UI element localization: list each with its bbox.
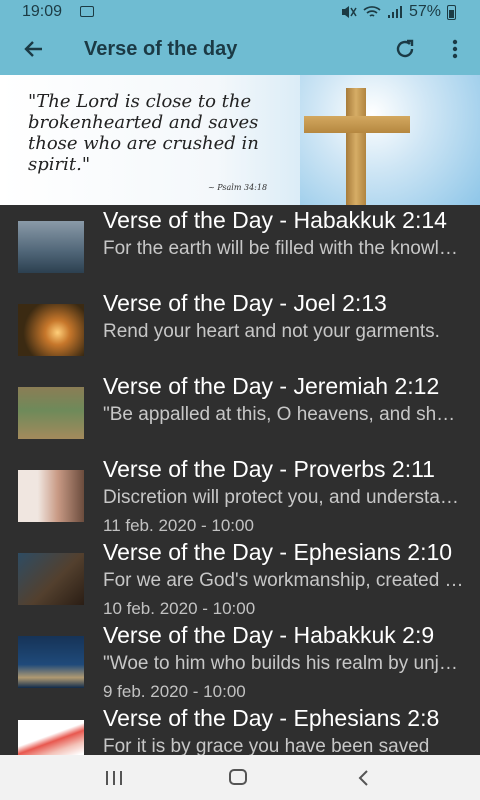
item-title: Verse of the Day - Habakkuk 2:14 bbox=[103, 207, 447, 233]
thumbnail-image bbox=[18, 636, 84, 688]
list-item[interactable]: Verse of the Day - Ephesians 2:10 For we… bbox=[0, 537, 480, 620]
system-nav-bar bbox=[0, 755, 480, 800]
app-bar: Verse of the day bbox=[0, 25, 480, 75]
banner-sky bbox=[300, 75, 480, 205]
battery-icon bbox=[447, 4, 456, 20]
thumbnail-image bbox=[18, 470, 84, 522]
banner-quote: "The Lord is close to the brokenhearted … bbox=[28, 91, 259, 175]
item-snippet: For we are God's workmanship, created in… bbox=[103, 570, 465, 591]
item-title: Verse of the Day - Proverbs 2:11 bbox=[103, 456, 435, 482]
item-title: Verse of the Day - Joel 2:13 bbox=[103, 290, 387, 316]
refresh-icon[interactable] bbox=[393, 37, 417, 61]
cross-beam bbox=[304, 116, 410, 133]
list-item[interactable]: Verse of the Day - Jeremiah 2:12 "Be app… bbox=[0, 371, 480, 454]
list-item[interactable]: Verse of the Day - Proverbs 2:11 Discret… bbox=[0, 454, 480, 537]
item-snippet: For it is by grace you have been saved bbox=[103, 736, 430, 755]
verse-list: Verse of the Day - Habakkuk 2:14 For the… bbox=[0, 205, 480, 755]
list-item[interactable]: Verse of the Day - Ephesians 2:8 For it … bbox=[0, 703, 480, 755]
thumbnail-image bbox=[18, 387, 84, 439]
item-date: 10 feb. 2020 - 10:00 bbox=[103, 599, 256, 618]
battery-percent: 57% bbox=[408, 3, 441, 20]
header-banner-image: "The Lord is close to the brokenhearted … bbox=[0, 75, 480, 205]
more-vert-icon[interactable] bbox=[443, 37, 467, 61]
back-arrow-icon[interactable] bbox=[22, 37, 46, 61]
status-time: 19:09 bbox=[22, 3, 63, 20]
mute-icon bbox=[341, 6, 357, 18]
cross-icon bbox=[346, 88, 366, 205]
item-date: 11 feb. 2020 - 10:00 bbox=[103, 516, 254, 535]
home-icon[interactable] bbox=[229, 769, 247, 785]
item-snippet: "Be appalled at this, O heavens, and shu… bbox=[103, 404, 465, 425]
thumbnail-image bbox=[18, 304, 84, 356]
list-item[interactable]: Verse of the Day - Habakkuk 2:14 For the… bbox=[0, 205, 480, 288]
wifi-icon bbox=[363, 6, 381, 17]
signal-icon bbox=[387, 6, 402, 18]
list-item[interactable]: Verse of the Day - Joel 2:13 Rend your h… bbox=[0, 288, 480, 371]
image-notification-icon bbox=[80, 6, 94, 17]
page-title: Verse of the day bbox=[84, 38, 238, 60]
recent-apps-icon[interactable] bbox=[104, 770, 124, 786]
item-title: Verse of the Day - Ephesians 2:10 bbox=[103, 539, 453, 565]
item-title: Verse of the Day - Jeremiah 2:12 bbox=[103, 373, 440, 399]
banner-reference: ~ Psalm 34:18 bbox=[208, 183, 268, 192]
item-title: Verse of the Day - Habakkuk 2:9 bbox=[103, 622, 435, 648]
item-snippet: Rend your heart and not your garments. bbox=[103, 321, 440, 342]
thumbnail-image bbox=[18, 221, 84, 273]
item-snippet: For the earth will be filled with the kn… bbox=[103, 238, 465, 259]
thumbnail-image bbox=[18, 553, 84, 605]
nav-back-icon[interactable] bbox=[356, 769, 372, 787]
item-date: 9 feb. 2020 - 10:00 bbox=[103, 682, 246, 701]
status-bar: 19:09 57% bbox=[0, 0, 480, 25]
item-snippet: "Woe to him who builds his realm by unju… bbox=[103, 653, 465, 674]
item-snippet: Discretion will protect you, and underst… bbox=[103, 487, 465, 508]
status-icons: 57% bbox=[341, 3, 456, 21]
list-item[interactable]: Verse of the Day - Habakkuk 2:9 "Woe to … bbox=[0, 620, 480, 703]
item-title: Verse of the Day - Ephesians 2:8 bbox=[103, 705, 440, 731]
thumbnail-image bbox=[18, 720, 84, 755]
